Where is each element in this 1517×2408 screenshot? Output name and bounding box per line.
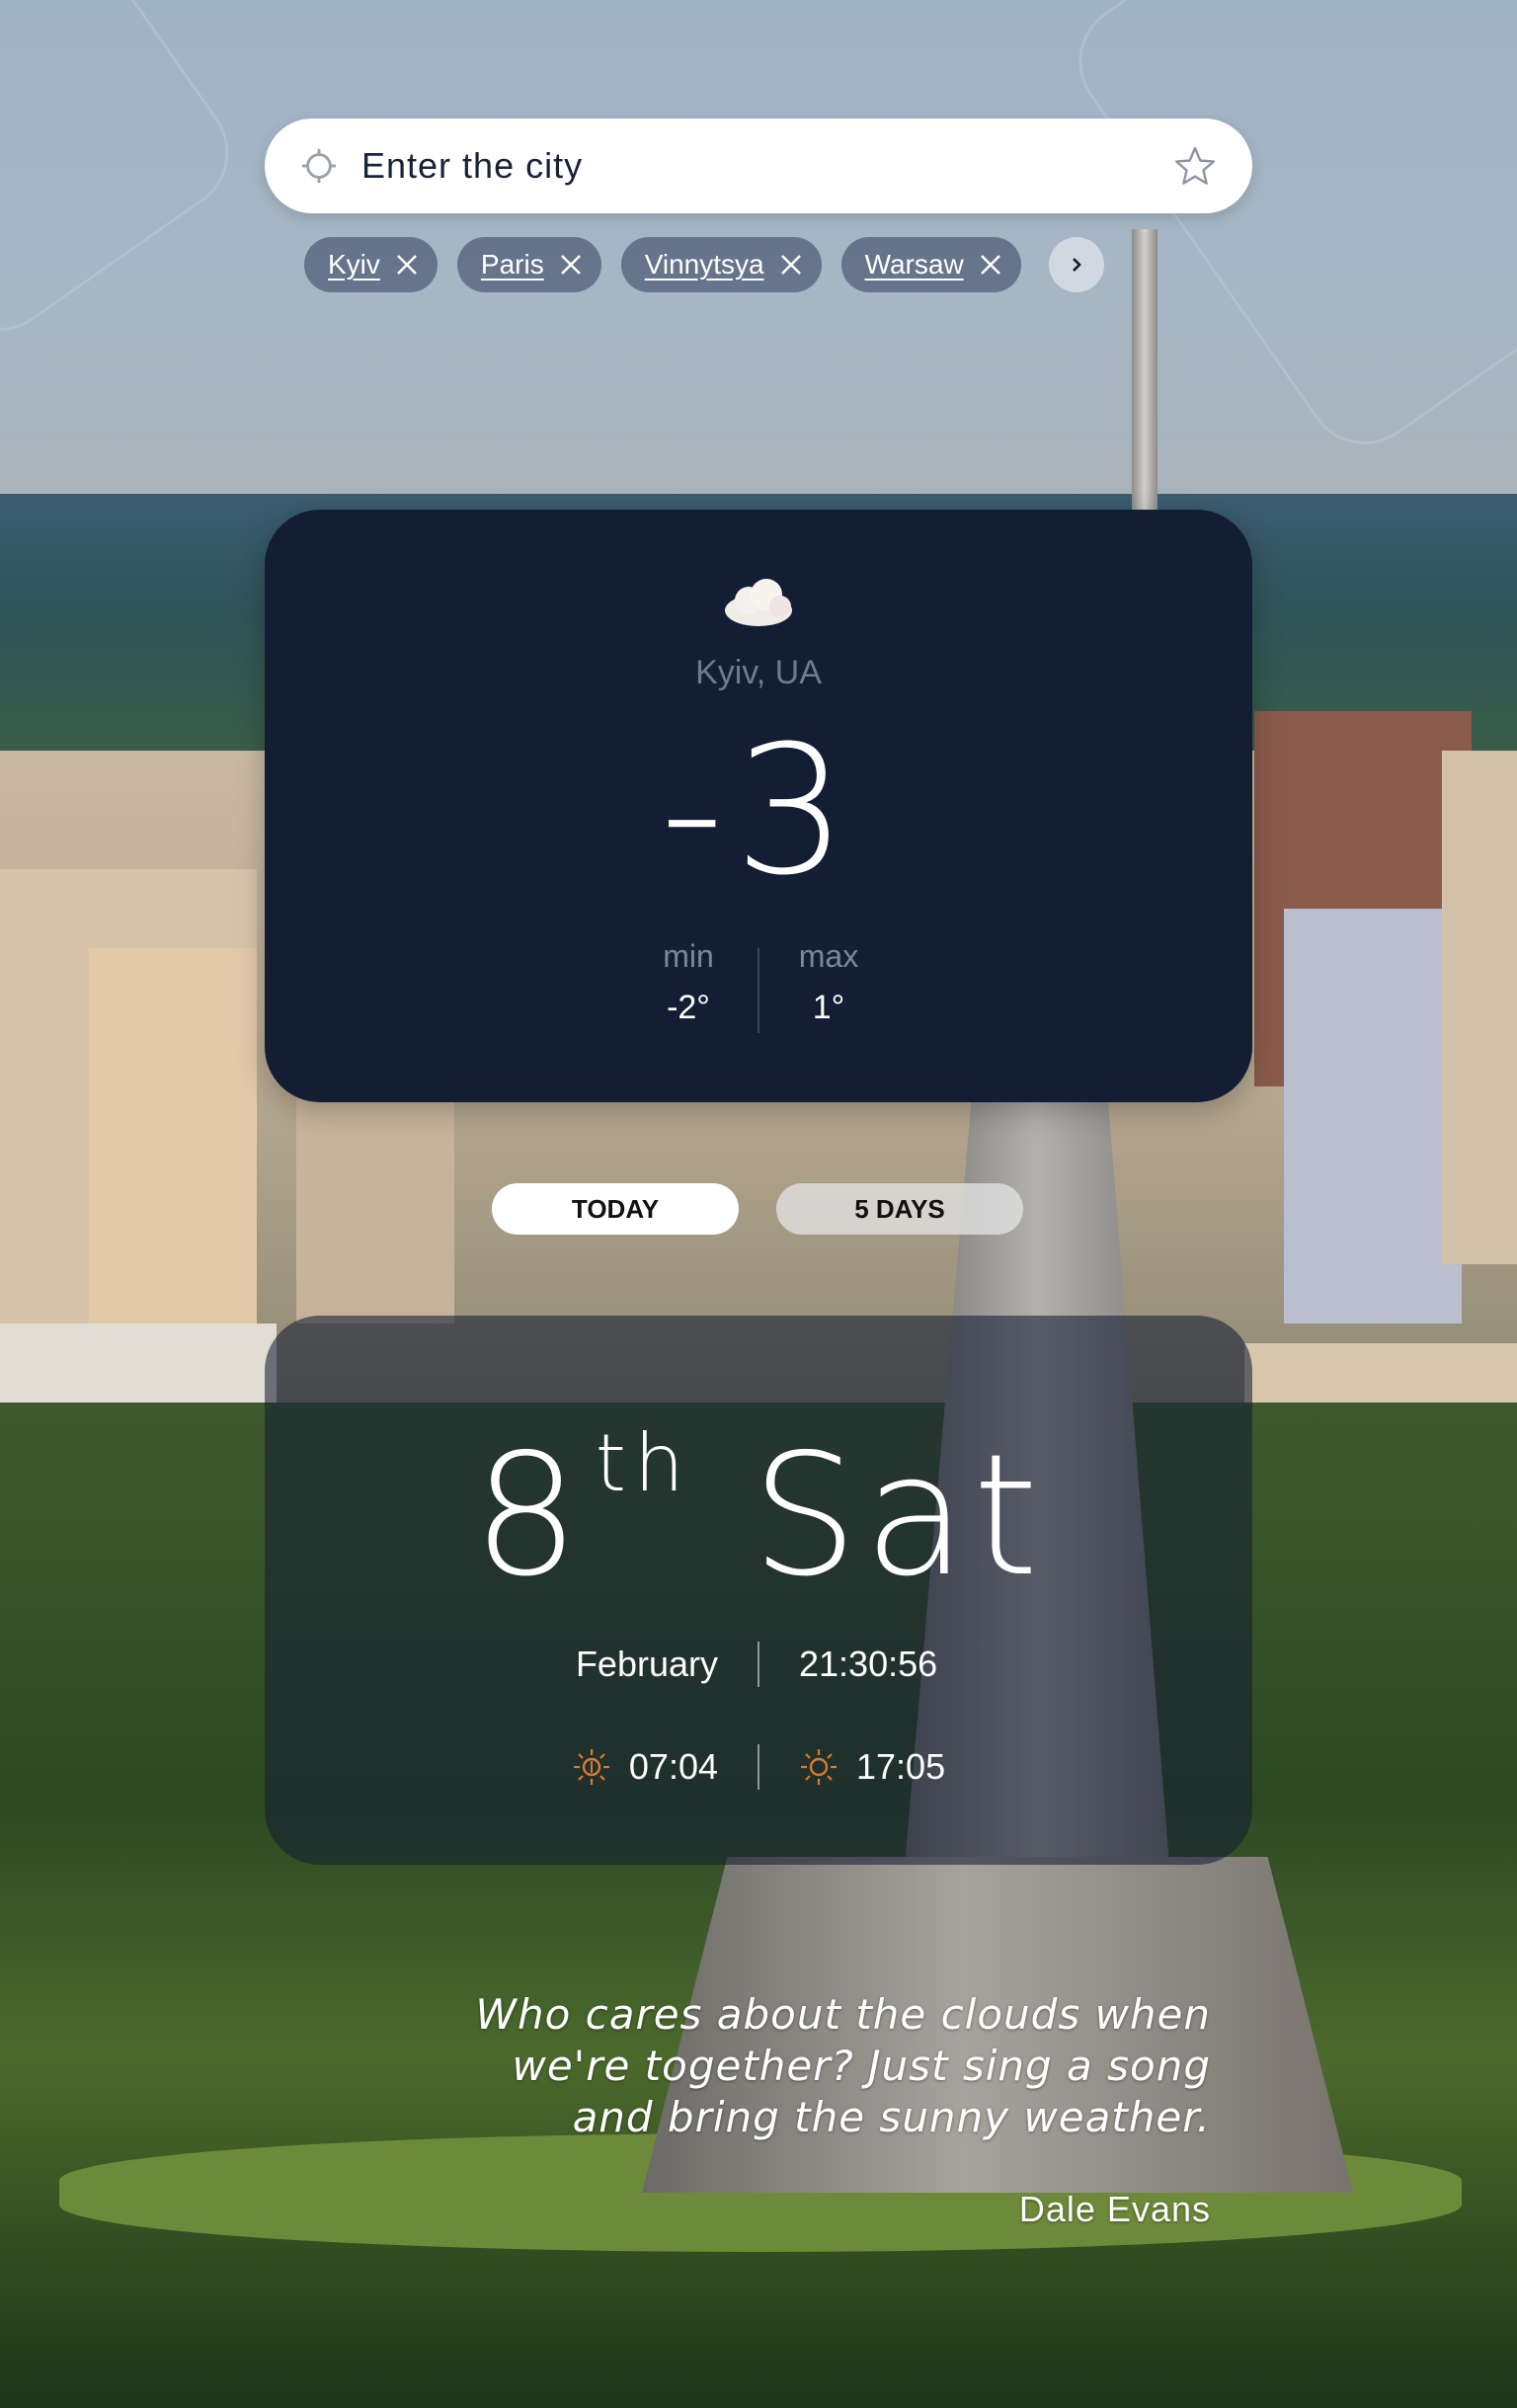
sunrise-time: 07:04 [628,1746,718,1787]
chip-label[interactable]: Vinnytsya [645,249,764,281]
month: February [575,1644,718,1684]
day-suffix: th [595,1417,692,1509]
favorite-cities: Kyiv Paris Vinnytsya Warsaw [304,237,1104,292]
day-number: 8 [472,1418,580,1614]
chevron-right-icon[interactable] [1048,237,1104,292]
city-chip-warsaw[interactable]: Warsaw [840,237,1021,292]
city-chip-kyiv[interactable]: Kyiv [304,237,438,292]
date-time-card: 8 th Sat February 21:30:56 07:04 17:05 [265,1316,1252,1865]
close-icon[interactable] [978,252,1003,278]
city-search-bar [265,119,1252,213]
max-label: max [798,938,859,974]
date-display: 8 th Sat [265,1418,1252,1614]
sunrise-icon [572,1747,611,1787]
min-label: min [663,938,714,974]
city-search-input[interactable] [361,145,1173,187]
weekday: Sat [751,1418,1045,1614]
crosshair-icon[interactable] [300,147,338,185]
chip-label[interactable]: Paris [481,249,544,281]
quote-text: Who cares about the clouds when we're to… [475,1990,1211,2141]
forecast-tabs: TODAY 5 DAYS [492,1183,1023,1235]
sunset-icon [799,1747,838,1787]
temperature: -3 [660,708,857,915]
tab-today[interactable]: TODAY [492,1183,739,1235]
current-time: 21:30:56 [799,1644,938,1684]
sunset-time: 17:05 [856,1746,946,1787]
chip-label[interactable]: Warsaw [865,249,964,281]
cloud-icon [725,579,792,626]
city-chip-vinnytsya[interactable]: Vinnytsya [620,237,822,292]
sun-times-row: 07:04 17:05 [265,1744,1252,1790]
close-icon[interactable] [778,252,804,278]
min-max-temperatures: min -2° max 1° [265,938,1252,1033]
current-weather-card: Kyiv, UA -3 min -2° max 1° [265,510,1252,1102]
city-name: Kyiv, UA [695,654,822,691]
max-value: 1° [812,989,845,1026]
tab-5-days[interactable]: 5 DAYS [776,1183,1023,1235]
close-icon[interactable] [394,252,420,278]
chip-label[interactable]: Kyiv [328,249,380,281]
star-outline-icon[interactable] [1173,144,1217,188]
city-chip-paris[interactable]: Paris [456,237,601,292]
quote-author: Dale Evans [1018,2189,1211,2229]
close-icon[interactable] [558,252,584,278]
month-time-row: February 21:30:56 [265,1642,1252,1687]
min-value: -2° [667,989,710,1026]
